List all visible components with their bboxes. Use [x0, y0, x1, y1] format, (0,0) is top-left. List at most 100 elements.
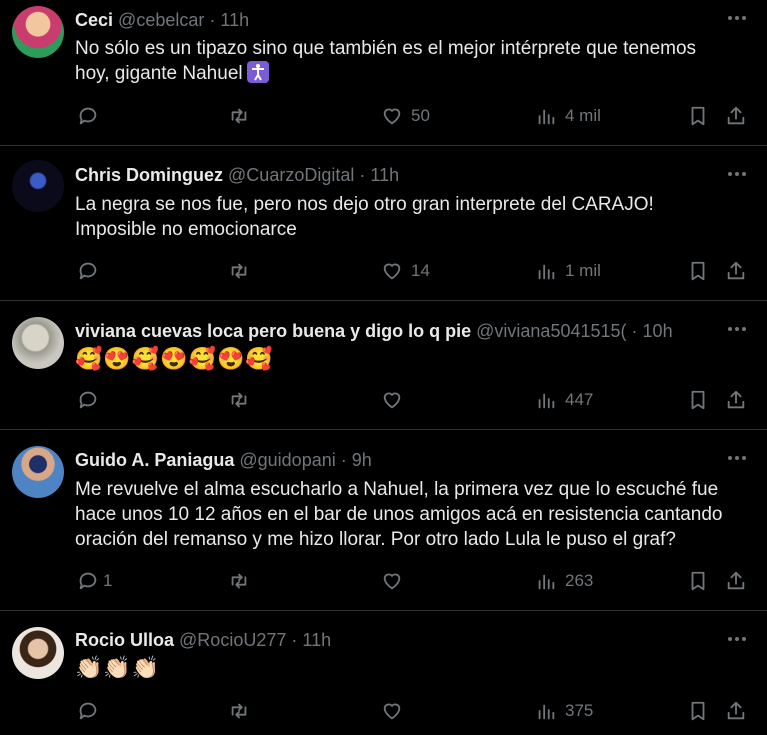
- avatar[interactable]: [12, 317, 64, 369]
- timestamp[interactable]: 10h: [643, 321, 673, 341]
- retweet-icon: [231, 703, 247, 719]
- share-icon: [727, 261, 745, 280]
- author-handle[interactable]: @viviana5041515(: [476, 319, 626, 343]
- more-options-icon[interactable]: [725, 317, 749, 341]
- author-handle[interactable]: @RocioU277: [179, 630, 286, 650]
- bookmark-button[interactable]: [687, 259, 709, 283]
- bookmark-icon: [691, 701, 705, 721]
- like-button[interactable]: [381, 569, 411, 593]
- views-chart-icon: [538, 109, 555, 125]
- like-count: 14: [411, 261, 430, 280]
- tweet-text-line-content: hoy, gigante Nahuel: [75, 63, 243, 84]
- retweet-icon: [231, 573, 247, 589]
- views-button[interactable]: 447: [535, 388, 593, 412]
- author-name[interactable]: Chris Dominguez: [75, 165, 223, 185]
- reply-button[interactable]: [77, 104, 107, 128]
- avatar[interactable]: [12, 160, 64, 212]
- tweet-text-line: hace unos 10 12 años en el bar de unos a…: [75, 504, 723, 525]
- reply-button[interactable]: 1: [77, 569, 112, 593]
- retweet-button[interactable]: [228, 259, 258, 283]
- tweet[interactable]: Rocio Ulloa @RocioU277 · 11h 👏🏻👏🏻👏🏻 375: [0, 611, 767, 735]
- views-button[interactable]: 375: [535, 699, 593, 723]
- views-chart-icon: [538, 574, 555, 590]
- separator-dot: ·: [340, 450, 347, 470]
- tweet[interactable]: Guido A. Paniagua @guidopani · 9h Me rev…: [0, 430, 767, 611]
- author-name[interactable]: Guido A. Paniagua: [75, 450, 234, 470]
- views-button[interactable]: 1 mil: [535, 259, 601, 283]
- tweet-header: viviana cuevas loca pero buena y digo lo…: [75, 319, 727, 343]
- reply-icon: [79, 107, 97, 125]
- author-name[interactable]: Ceci: [75, 10, 113, 30]
- author-handle[interactable]: @CuarzoDigital: [228, 165, 354, 185]
- avatar[interactable]: [12, 627, 64, 679]
- tweet-text-line: oración del remanso y me hizo llorar. Po…: [75, 529, 676, 550]
- share-button[interactable]: [725, 569, 747, 593]
- separator-dot: ·: [209, 10, 216, 30]
- share-button[interactable]: [725, 388, 747, 412]
- retweet-button[interactable]: [228, 569, 258, 593]
- tweet-actions: 375: [75, 699, 749, 723]
- tweet-text: Me revuelve el alma escucharlo a Nahuel,…: [75, 477, 749, 552]
- tweet[interactable]: Ceci @cebelcar · 11h No sólo es un tipaz…: [0, 0, 767, 146]
- author-handle[interactable]: @guidopani: [239, 450, 335, 470]
- heart-icon: [383, 573, 401, 590]
- avatar[interactable]: [12, 446, 64, 498]
- timestamp[interactable]: 11h: [370, 165, 399, 185]
- author-name[interactable]: Rocio Ulloa: [75, 630, 174, 650]
- retweet-button[interactable]: [228, 699, 258, 723]
- author-name[interactable]: viviana cuevas loca pero buena y digo lo…: [75, 319, 471, 343]
- accessibility-emoji-icon: [246, 61, 269, 83]
- retweet-button[interactable]: [228, 388, 258, 412]
- share-button[interactable]: [725, 259, 747, 283]
- tweet-header: Ceci @cebelcar · 11h: [75, 8, 707, 32]
- bookmark-button[interactable]: [687, 569, 709, 593]
- tweet-text-line: La negra se nos fue, pero nos dejo otro …: [75, 194, 654, 215]
- bookmark-button[interactable]: [687, 104, 709, 128]
- reply-icon: [79, 391, 97, 409]
- separator-dot: ·: [359, 165, 366, 185]
- tweet-actions: 447: [75, 388, 749, 412]
- retweet-button[interactable]: [228, 104, 258, 128]
- more-options-icon[interactable]: [725, 446, 749, 470]
- share-icon: [727, 571, 745, 590]
- bookmark-icon: [691, 106, 705, 126]
- like-button[interactable]: 50: [381, 104, 430, 128]
- share-icon: [727, 390, 745, 409]
- more-options-icon[interactable]: [725, 6, 749, 30]
- view-count: 263: [565, 571, 594, 590]
- bookmark-button[interactable]: [687, 699, 709, 723]
- more-options-icon[interactable]: [725, 627, 749, 651]
- tweet-text-line: Imposible no emocionarce: [75, 219, 297, 240]
- tweet-header: Chris Dominguez @CuarzoDigital · 11h: [75, 163, 707, 187]
- tweet-text: La negra se nos fue, pero nos dejo otro …: [75, 192, 749, 242]
- timestamp[interactable]: 11h: [220, 10, 249, 30]
- views-button[interactable]: 263: [535, 569, 593, 593]
- more-options-icon[interactable]: [725, 162, 749, 186]
- tweet[interactable]: Chris Dominguez @CuarzoDigital · 11h La …: [0, 146, 767, 301]
- avatar[interactable]: [12, 6, 64, 58]
- view-count: 4 mil: [565, 106, 601, 125]
- like-button[interactable]: [381, 388, 411, 412]
- views-chart-icon: [538, 393, 555, 409]
- view-count: 375: [565, 701, 594, 720]
- author-handle[interactable]: @cebelcar: [118, 10, 204, 30]
- share-icon: [727, 106, 745, 125]
- bookmark-icon: [691, 261, 705, 281]
- timestamp[interactable]: 11h: [302, 630, 331, 650]
- reply-button[interactable]: [77, 388, 107, 412]
- timestamp[interactable]: 9h: [352, 450, 372, 470]
- tweet-text: No sólo es un tipazo sino que también es…: [75, 36, 749, 86]
- share-button[interactable]: [725, 699, 747, 723]
- tweet[interactable]: viviana cuevas loca pero buena y digo lo…: [0, 301, 767, 430]
- bookmark-button[interactable]: [687, 388, 709, 412]
- reply-button[interactable]: [77, 259, 107, 283]
- bookmark-icon: [691, 571, 705, 591]
- share-button[interactable]: [725, 104, 747, 128]
- tweet-text-line: hoy, gigante Nahuel: [75, 61, 749, 86]
- like-button[interactable]: [381, 699, 411, 723]
- views-button[interactable]: 4 mil: [535, 104, 601, 128]
- reply-button[interactable]: [77, 699, 107, 723]
- like-button[interactable]: 14: [381, 259, 430, 283]
- retweet-icon: [231, 263, 247, 279]
- tweet-emoji: 🥰😍🥰😍🥰😍🥰: [75, 346, 274, 371]
